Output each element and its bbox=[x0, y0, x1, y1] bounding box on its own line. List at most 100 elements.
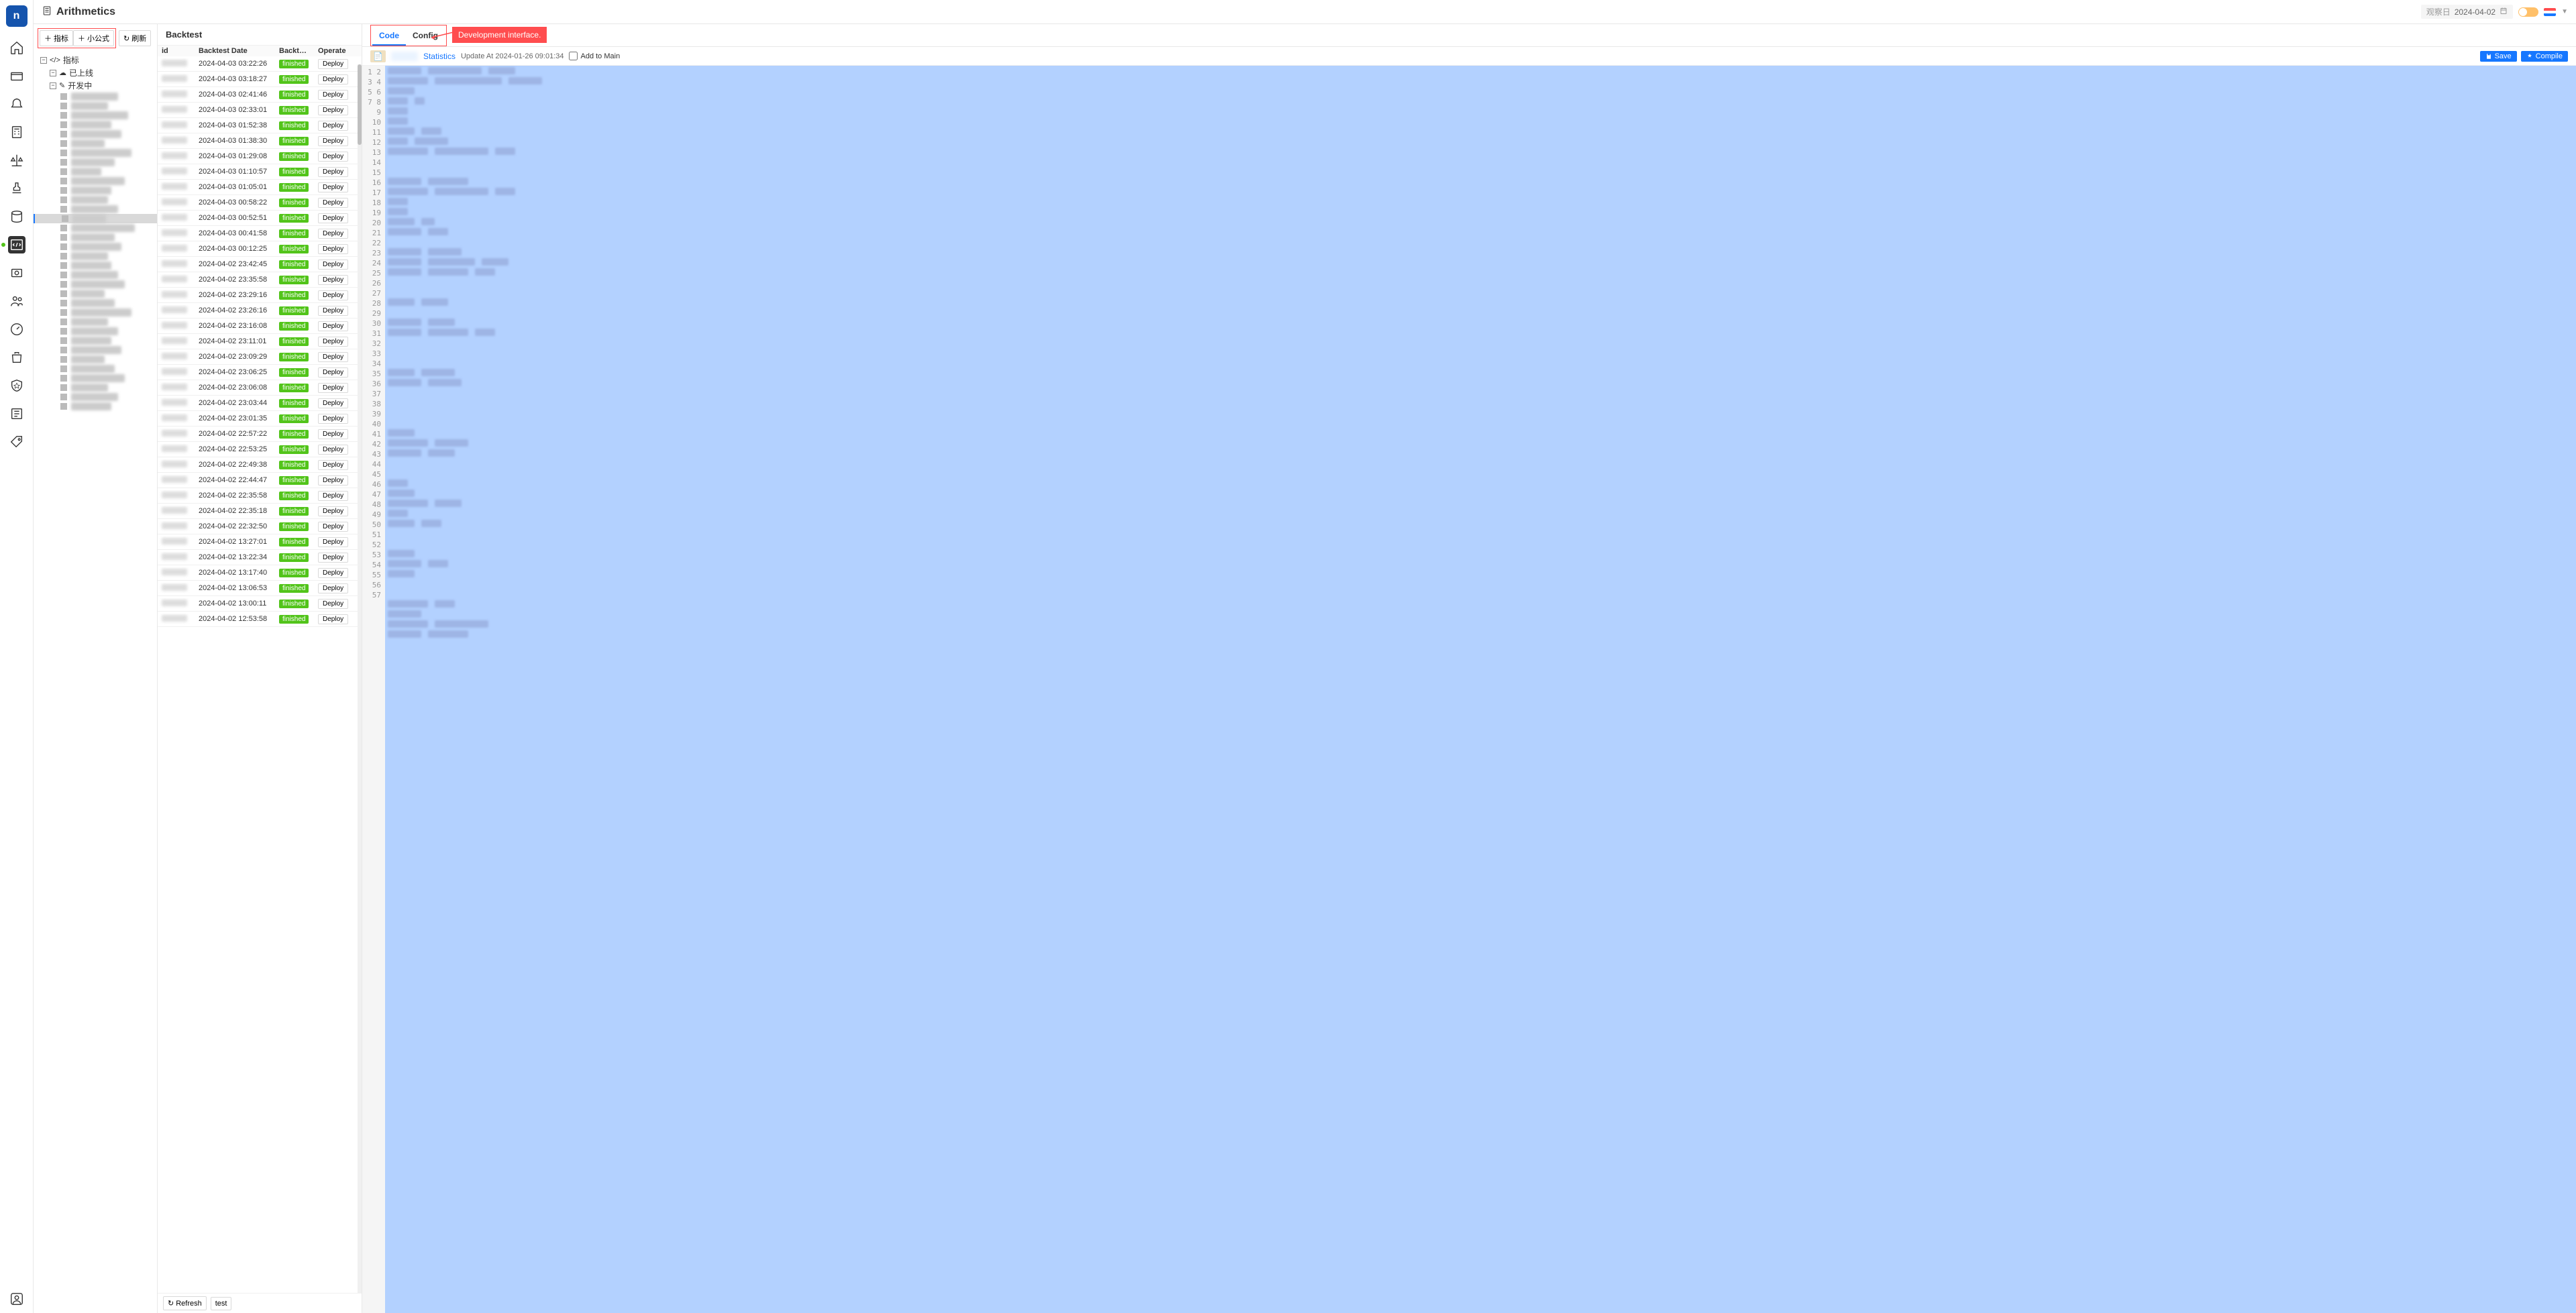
deploy-button[interactable]: Deploy bbox=[318, 213, 348, 223]
deploy-button[interactable]: Deploy bbox=[318, 105, 348, 115]
nav-balance-icon[interactable] bbox=[8, 152, 25, 169]
tree-item[interactable] bbox=[34, 233, 157, 242]
tree-item[interactable] bbox=[34, 251, 157, 261]
nav-shield-icon[interactable] bbox=[8, 377, 25, 394]
tree-item[interactable] bbox=[34, 148, 157, 158]
deploy-button[interactable]: Deploy bbox=[318, 491, 348, 501]
backtest-row[interactable]: 2024-04-02 23:03:44finishedDeploy bbox=[158, 396, 362, 411]
backtest-row[interactable]: 2024-04-02 22:44:47finishedDeploy bbox=[158, 473, 362, 488]
nav-users-icon[interactable] bbox=[8, 292, 25, 310]
tree-item[interactable] bbox=[34, 158, 157, 167]
tree-item[interactable] bbox=[34, 261, 157, 270]
deploy-button[interactable]: Deploy bbox=[318, 182, 348, 192]
backtest-row[interactable]: 2024-04-02 23:26:16finishedDeploy bbox=[158, 303, 362, 319]
deploy-button[interactable]: Deploy bbox=[318, 367, 348, 378]
backtest-row[interactable]: 2024-04-02 23:16:08finishedDeploy bbox=[158, 319, 362, 334]
nav-alert-icon[interactable] bbox=[8, 95, 25, 113]
test-button[interactable]: test bbox=[211, 1297, 232, 1310]
tree-item[interactable] bbox=[34, 383, 157, 392]
nav-bag-icon[interactable] bbox=[8, 349, 25, 366]
code-editor[interactable]: 1 2 3 4 5 6 7 8 9 10 11 12 13 14 15 16 1… bbox=[362, 66, 2576, 1313]
tree-item[interactable] bbox=[34, 139, 157, 148]
deploy-button[interactable]: Deploy bbox=[318, 414, 348, 424]
deploy-button[interactable]: Deploy bbox=[318, 198, 348, 208]
tree-item[interactable] bbox=[34, 167, 157, 176]
add-indicator-button[interactable]: ＋指标 bbox=[40, 30, 73, 46]
tree-item[interactable] bbox=[34, 289, 157, 298]
nav-tag-icon[interactable] bbox=[8, 433, 25, 451]
backtest-row[interactable]: 2024-04-03 02:41:46finishedDeploy bbox=[158, 87, 362, 103]
nav-code-icon[interactable] bbox=[8, 236, 25, 253]
backtest-row[interactable]: 2024-04-03 02:33:01finishedDeploy bbox=[158, 103, 362, 118]
tree-item[interactable] bbox=[34, 195, 157, 205]
deploy-button[interactable]: Deploy bbox=[318, 553, 348, 563]
add-formula-button[interactable]: ＋小公式 bbox=[73, 30, 114, 46]
backtest-row[interactable]: 2024-04-03 01:05:01finishedDeploy bbox=[158, 180, 362, 195]
backtest-row[interactable]: 2024-04-03 01:52:38finishedDeploy bbox=[158, 118, 362, 133]
tree-item[interactable] bbox=[34, 129, 157, 139]
deploy-button[interactable]: Deploy bbox=[318, 321, 348, 331]
deploy-button[interactable]: Deploy bbox=[318, 152, 348, 162]
backtest-row[interactable]: 2024-04-02 23:35:58finishedDeploy bbox=[158, 272, 362, 288]
backtest-row[interactable]: 2024-04-02 12:53:58finishedDeploy bbox=[158, 612, 362, 627]
tree-item[interactable] bbox=[34, 111, 157, 120]
deploy-button[interactable]: Deploy bbox=[318, 383, 348, 393]
deploy-button[interactable]: Deploy bbox=[318, 522, 348, 532]
save-button[interactable]: Save bbox=[2480, 51, 2517, 62]
backtest-row[interactable]: 2024-04-03 00:41:58finishedDeploy bbox=[158, 226, 362, 241]
deploy-button[interactable]: Deploy bbox=[318, 614, 348, 624]
tree-root[interactable]: −</>指标 bbox=[34, 54, 157, 66]
backtest-row[interactable]: 2024-04-02 13:22:34finishedDeploy bbox=[158, 550, 362, 565]
compile-button[interactable]: Compile bbox=[2521, 51, 2568, 62]
backtest-row[interactable]: 2024-04-02 22:35:18finishedDeploy bbox=[158, 504, 362, 519]
backtest-row[interactable]: 2024-04-02 22:57:22finishedDeploy bbox=[158, 426, 362, 442]
backtest-row[interactable]: 2024-04-02 23:06:08finishedDeploy bbox=[158, 380, 362, 396]
tree-item[interactable] bbox=[34, 242, 157, 251]
backtest-row[interactable]: 2024-04-02 13:17:40finishedDeploy bbox=[158, 565, 362, 581]
tree-item[interactable] bbox=[34, 205, 157, 214]
tree-item[interactable] bbox=[34, 298, 157, 308]
tree-item[interactable] bbox=[34, 402, 157, 411]
tree-developing[interactable]: −✎开发中 bbox=[34, 79, 157, 92]
deploy-button[interactable]: Deploy bbox=[318, 429, 348, 439]
tree-item[interactable] bbox=[34, 345, 157, 355]
backtest-row[interactable]: 2024-04-02 22:35:58finishedDeploy bbox=[158, 488, 362, 504]
backtest-row[interactable]: 2024-04-02 22:32:50finishedDeploy bbox=[158, 519, 362, 534]
deploy-button[interactable]: Deploy bbox=[318, 167, 348, 177]
deploy-button[interactable]: Deploy bbox=[318, 337, 348, 347]
deploy-button[interactable]: Deploy bbox=[318, 290, 348, 300]
nav-home-icon[interactable] bbox=[8, 39, 25, 56]
backtest-row[interactable]: 2024-04-03 03:22:26finishedDeploy bbox=[158, 56, 362, 72]
backtest-row[interactable]: 2024-04-02 23:11:01finishedDeploy bbox=[158, 334, 362, 349]
tree-item[interactable] bbox=[34, 101, 157, 111]
chevron-down-icon[interactable]: ▼ bbox=[2561, 8, 2568, 15]
deploy-button[interactable]: Deploy bbox=[318, 275, 348, 285]
nav-gauge-icon[interactable] bbox=[8, 321, 25, 338]
deploy-button[interactable]: Deploy bbox=[318, 537, 348, 547]
backtest-row[interactable]: 2024-04-02 23:09:29finishedDeploy bbox=[158, 349, 362, 365]
backtest-row[interactable]: 2024-04-03 00:58:22finishedDeploy bbox=[158, 195, 362, 211]
tree-item[interactable] bbox=[34, 308, 157, 317]
deploy-button[interactable]: Deploy bbox=[318, 260, 348, 270]
backtest-row[interactable]: 2024-04-02 23:06:25finishedDeploy bbox=[158, 365, 362, 380]
tree-item[interactable] bbox=[34, 336, 157, 345]
tree-item[interactable] bbox=[34, 186, 157, 195]
nav-profile-icon[interactable] bbox=[8, 1290, 25, 1308]
backtest-row[interactable]: 2024-04-02 13:06:53finishedDeploy bbox=[158, 581, 362, 596]
tab-code[interactable]: Code bbox=[372, 27, 406, 46]
nav-db-icon[interactable] bbox=[8, 208, 25, 225]
locale-flag-icon[interactable] bbox=[2544, 8, 2556, 16]
deploy-button[interactable]: Deploy bbox=[318, 583, 348, 593]
theme-toggle[interactable] bbox=[2518, 7, 2538, 17]
nav-stamp-icon[interactable] bbox=[8, 180, 25, 197]
deploy-button[interactable]: Deploy bbox=[318, 445, 348, 455]
code-text-area[interactable] bbox=[385, 66, 2576, 1313]
deploy-button[interactable]: Deploy bbox=[318, 121, 348, 131]
statistics-link[interactable]: Statistics bbox=[423, 52, 455, 61]
tree-item[interactable] bbox=[34, 364, 157, 374]
tree-item[interactable] bbox=[34, 270, 157, 280]
deploy-button[interactable]: Deploy bbox=[318, 352, 348, 362]
tree-item[interactable] bbox=[34, 317, 157, 327]
tree-item[interactable] bbox=[34, 280, 157, 289]
backtest-row[interactable]: 2024-04-02 23:29:16finishedDeploy bbox=[158, 288, 362, 303]
